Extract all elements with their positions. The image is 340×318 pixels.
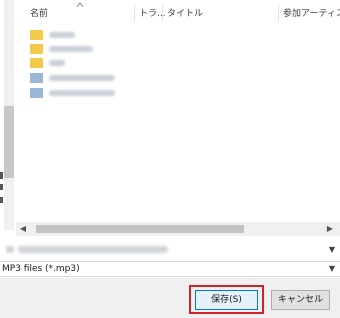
save-button[interactable]: 保存(S) xyxy=(195,290,258,310)
filetype-value: MP3 files (*.mp3) xyxy=(2,264,80,274)
sort-up-icon xyxy=(76,2,84,8)
chevron-right-icon[interactable]: ▶ xyxy=(325,223,335,235)
blurred-filename xyxy=(49,32,75,38)
blurred-filename xyxy=(49,60,65,66)
list-item[interactable] xyxy=(30,28,75,42)
chevron-down-icon[interactable]: ▼ xyxy=(326,243,338,257)
column-track[interactable]: トラ... xyxy=(135,0,165,26)
chevron-left-icon[interactable]: ◀ xyxy=(18,223,28,235)
navigation-item-fragment xyxy=(0,172,3,179)
blurred-filename xyxy=(49,75,115,81)
folder-icon xyxy=(30,44,43,54)
column-header: 名前 トラ... タイトル 参加アーティスト xyxy=(16,0,340,26)
list-item[interactable] xyxy=(30,56,65,70)
navigation-scroll-thumb[interactable] xyxy=(4,106,14,178)
blurred-filename xyxy=(49,90,115,96)
column-artist[interactable]: 参加アーティスト xyxy=(279,0,340,26)
audio-file-icon xyxy=(30,73,43,83)
column-title[interactable]: タイトル xyxy=(163,0,275,26)
folder-icon xyxy=(30,30,43,40)
horizontal-scroll-thumb[interactable] xyxy=(36,225,244,233)
navigation-item-fragment xyxy=(0,184,3,190)
cancel-button[interactable]: キャンセル xyxy=(271,290,330,310)
list-item[interactable] xyxy=(30,86,115,100)
chevron-down-icon[interactable]: ▼ xyxy=(326,262,338,276)
list-item[interactable] xyxy=(30,71,115,85)
list-item[interactable] xyxy=(30,42,93,56)
audio-file-icon xyxy=(30,88,43,98)
folder-icon xyxy=(30,58,43,68)
blurred-filename-label xyxy=(6,246,14,253)
navigation-item-fragment xyxy=(0,197,3,203)
blurred-filename-value xyxy=(18,246,168,253)
blurred-filename xyxy=(49,46,93,52)
file-list[interactable] xyxy=(16,26,340,226)
